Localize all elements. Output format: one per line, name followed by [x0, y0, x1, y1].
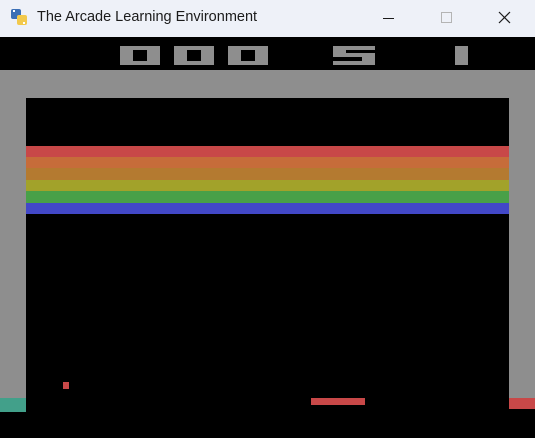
brick-row-1 [26, 146, 509, 157]
ball [63, 382, 69, 389]
game-window: The Arcade Learning Environment [0, 0, 535, 438]
game-screen[interactable] [0, 37, 535, 438]
maximize-icon [441, 12, 452, 23]
brick-row-2 [26, 157, 509, 168]
maximize-button[interactable] [424, 0, 470, 37]
left-wall-tip [0, 398, 26, 412]
brick-row-5 [26, 191, 509, 203]
minimize-icon [383, 18, 394, 19]
left-wall [0, 98, 26, 398]
player-number-display [455, 46, 468, 65]
window-title: The Arcade Learning Environment [37, 9, 258, 25]
title-bar[interactable]: The Arcade Learning Environment [0, 0, 535, 37]
top-wall [0, 70, 535, 98]
lives-display [333, 46, 375, 65]
close-icon [498, 11, 511, 24]
right-wall-tip [509, 398, 535, 409]
brick-row-4 [26, 180, 509, 191]
close-button[interactable] [482, 0, 528, 37]
brick-row-6 [26, 203, 509, 214]
paddle [311, 398, 365, 405]
minimize-button[interactable] [363, 0, 409, 37]
right-wall [509, 98, 535, 398]
score-display [120, 46, 268, 65]
python-icon [11, 9, 27, 25]
brick-row-3 [26, 168, 509, 180]
